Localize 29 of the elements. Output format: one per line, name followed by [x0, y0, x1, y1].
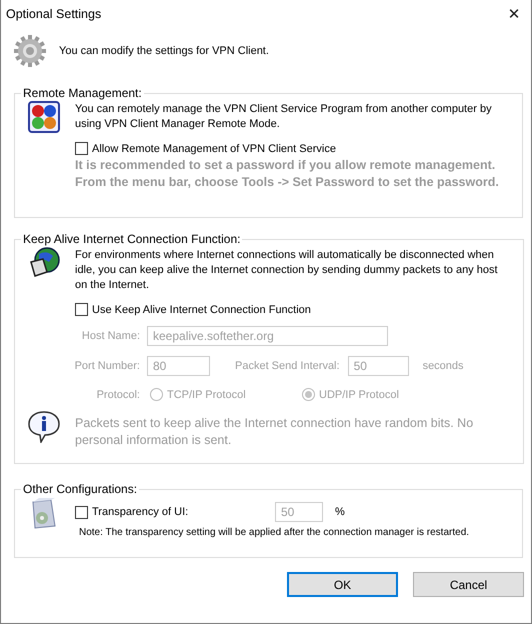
close-button[interactable]: ✕	[497, 0, 531, 28]
info-text: Packets sent to keep alive the Internet connection have random bits. No personal information is sent.	[75, 415, 474, 449]
ok-button[interactable]: OK	[287, 572, 398, 597]
checkbox[interactable]	[75, 303, 88, 316]
description-text: You can remotely manage the VPN Client Service Program from another computer by using VPN Client Manager Remote Mode.	[75, 102, 493, 132]
window-title: Optional Settings	[6, 7, 102, 21]
gear-icon	[13, 34, 47, 68]
field-label: Host Name:	[80, 330, 140, 342]
warning-text: It is recommended to set a password if you allow remote management. From the menu bar, choose Tools -> Set Password to set the password.	[75, 157, 500, 191]
field-label: Port Number:	[74, 360, 140, 372]
globe-laptop-icon	[27, 246, 61, 280]
remote-icon	[27, 100, 61, 134]
checkbox-label[interactable]: Transparency of UI:	[92, 506, 188, 518]
info-icon	[27, 409, 61, 443]
unit-label: %	[335, 506, 345, 518]
group-title: Keep Alive Internet Connection Function:	[22, 232, 242, 246]
note-text: Note: The transparency setting will be applied after the connection manager is restarted.	[79, 527, 470, 538]
group-title: Remote Management:	[22, 86, 143, 100]
description-text: For environments where Internet connections will automatically be disconnected when idle, you can keep alive the Internet connection by sending dummy packets to any host on the Internet.	[75, 248, 499, 293]
header-text: You can modify the settings for VPN Client.	[59, 45, 269, 57]
field-label: Packet Send Interval:	[235, 360, 340, 372]
checkbox-label[interactable]: Use Keep Alive Internet Connection Function	[92, 304, 311, 316]
group-title: Other Configurations:	[22, 482, 138, 496]
unit-label: seconds	[422, 360, 464, 372]
cancel-button[interactable]: Cancel	[413, 572, 524, 597]
checkbox[interactable]	[75, 142, 88, 155]
checkbox-label[interactable]: Allow Remote Management of VPN Client Service	[92, 142, 336, 154]
checkbox[interactable]	[75, 506, 88, 518]
field-label: Protocol:	[96, 388, 140, 400]
